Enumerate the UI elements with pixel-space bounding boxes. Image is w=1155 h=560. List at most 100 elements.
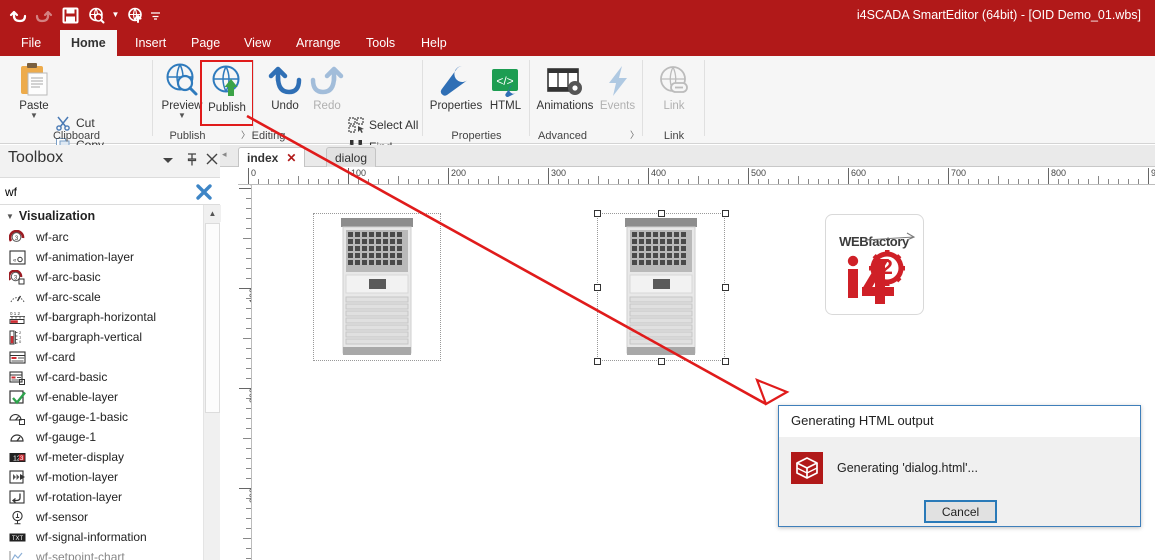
toolbox-item-wf-sensor[interactable]: wf-sensor [0, 507, 203, 527]
toolbox-item-wf-arc-basic[interactable]: 3 wf-arc-basic [0, 267, 203, 287]
resize-handle-n[interactable] [658, 210, 665, 217]
preview-dropdown-icon[interactable]: ▼ [110, 3, 121, 27]
ribbon-group-advanced: Animations Events Advanced 〉 [530, 56, 643, 144]
save-icon[interactable] [58, 3, 82, 27]
paste-icon [17, 60, 51, 98]
select-all-button[interactable]: Select All [346, 114, 418, 136]
toolbox-item-wf-rotation-layer[interactable]: wf-rotation-layer [0, 487, 203, 507]
cancel-button[interactable]: Cancel [924, 500, 997, 523]
toolbox-item-wf-arc[interactable]: 3 wf-arc [0, 227, 203, 247]
group-label-link: Link [663, 130, 685, 142]
ruler-label: 800 [1051, 168, 1067, 178]
toolbox-item-wf-bargraph-horizontal[interactable]: 0 1 2 wf-bargraph-horizontal [0, 307, 203, 327]
ribbon-group-editing: Undo Redo Select All Find ABAC Replace E… [252, 56, 423, 177]
toolbox-item-wf-enable-layer[interactable]: wf-enable-layer [0, 387, 203, 407]
toolbox-close-icon[interactable] [204, 153, 220, 169]
item-label: wf-gauge-1 [36, 430, 97, 444]
paste-dropdown-icon[interactable]: ▼ [30, 112, 38, 120]
resize-handle-nw[interactable] [594, 210, 601, 217]
signal-information-icon: TXT [8, 529, 26, 545]
customize-qat-icon[interactable] [149, 3, 162, 27]
menu-arrange[interactable]: Arrange [285, 30, 351, 56]
toolbox-category-visualization[interactable]: ▼ Visualization [0, 205, 203, 227]
toolbox-pin-icon[interactable] [184, 153, 200, 169]
resize-handle-s[interactable] [658, 358, 665, 365]
server-rack-2[interactable] [621, 218, 701, 356]
html-button[interactable]: </> HTML [483, 60, 528, 126]
toolbox-dropdown-icon[interactable] [160, 153, 176, 169]
properties-button[interactable]: Properties [425, 60, 487, 126]
menu-page[interactable]: Page [180, 30, 231, 56]
toolbox-item-wf-card[interactable]: wf-card [0, 347, 203, 367]
ruler-label: 100 [351, 168, 367, 178]
rotation-layer-icon [8, 489, 26, 505]
server-rack-1[interactable] [337, 218, 417, 356]
svg-text:TXT: TXT [11, 536, 23, 542]
tab-dialog[interactable]: dialog [326, 147, 377, 167]
bargraph-vertical-icon: 210 [8, 329, 26, 345]
menu-bar: File Home Insert Page View Arrange Tools… [0, 30, 1155, 56]
item-label: wf-meter-display [36, 450, 125, 464]
animation-layer-icon: « [8, 249, 26, 265]
publish-button[interactable]: Publish [200, 60, 254, 126]
webfactory-logo[interactable]: WEBfactory 2 [825, 214, 924, 315]
logo-mark-text: 2 [881, 256, 893, 279]
tab-scroll-left-icon[interactable]: ◂ [222, 149, 227, 160]
svg-text:«: « [13, 258, 17, 264]
toolbox-item-wf-signal-information[interactable]: TXT wf-signal-information [0, 527, 203, 547]
item-label: wf-arc-scale [36, 290, 101, 304]
resize-handle-ne[interactable] [722, 210, 729, 217]
menu-tools[interactable]: Tools [355, 30, 406, 56]
toolbox-item-wf-arc-scale[interactable]: wf-arc-scale [0, 287, 203, 307]
toolbox-item-wf-setpoint-chart[interactable]: wf-setpoint-chart [0, 547, 203, 560]
toolbox-item-wf-gauge-1-basic[interactable]: wf-gauge-1-basic [0, 407, 203, 427]
resize-handle-se[interactable] [722, 358, 729, 365]
resize-handle-e[interactable] [722, 284, 729, 291]
ruler-label: 300 [551, 168, 567, 178]
toolbox-item-wf-animation-layer[interactable]: « wf-animation-layer [0, 247, 203, 267]
resize-handle-w[interactable] [594, 284, 601, 291]
horizontal-ruler: 0 100 200 300 400 500 600 700 800 900 [238, 167, 1155, 185]
toolbox-item-wf-meter-display[interactable]: 12 3 wf-meter-display [0, 447, 203, 467]
scroll-up-icon[interactable]: ▲ [204, 205, 221, 222]
publish-icon[interactable] [123, 3, 147, 27]
toolbox-item-wf-motion-layer[interactable]: wf-motion-layer [0, 467, 203, 487]
menu-insert[interactable]: Insert [124, 30, 177, 56]
menu-help[interactable]: Help [410, 30, 458, 56]
resize-handle-sw[interactable] [594, 358, 601, 365]
toolbox-item-wf-card-basic[interactable]: wf-card-basic [0, 367, 203, 387]
tab-index[interactable]: index ✕ [238, 147, 306, 167]
undo-icon[interactable] [6, 3, 30, 27]
tab-label: index [247, 150, 279, 165]
toolbox-item-wf-gauge-1[interactable]: wf-gauge-1 [0, 427, 203, 447]
cut-label: Cut [76, 116, 95, 130]
item-label: wf-enable-layer [36, 390, 119, 404]
events-label: Events [599, 100, 636, 112]
scrollbar-thumb[interactable] [205, 223, 220, 413]
menu-view[interactable]: View [233, 30, 282, 56]
menu-file[interactable]: File [10, 30, 52, 56]
sensor-icon [8, 509, 26, 525]
item-label: wf-card [36, 350, 76, 364]
svg-text:0 1 2: 0 1 2 [10, 311, 21, 316]
html-label: HTML [489, 100, 522, 112]
close-icon[interactable]: ✕ [286, 151, 296, 165]
search-input[interactable] [5, 183, 180, 200]
meter-display-icon: 12 3 [8, 449, 26, 465]
advanced-dialog-launcher[interactable]: 〉 [630, 128, 639, 141]
group-divider [704, 60, 705, 136]
preview-dropdown-caret-icon[interactable]: ▼ [178, 112, 186, 120]
toolbox-scrollbar[interactable]: ▲ [203, 205, 221, 560]
title-bar: ▼ i4SCADA SmartEditor (64bit) - [OID Dem… [0, 0, 1155, 30]
animations-button[interactable]: Animations [532, 60, 598, 126]
menu-home[interactable]: Home [60, 30, 117, 56]
dialog-message: Generating 'dialog.html'... [837, 461, 978, 475]
item-label: wf-rotation-layer [36, 490, 123, 504]
preview-icon[interactable] [84, 3, 108, 27]
item-label: wf-bargraph-horizontal [36, 310, 157, 324]
animations-label: Animations [536, 100, 594, 112]
toolbox-item-wf-bargraph-vertical[interactable]: 210 wf-bargraph-vertical [0, 327, 203, 347]
bargraph-horizontal-icon: 0 1 2 [8, 309, 26, 325]
toolbox-item-list: ▼ Visualization 3 wf-arc « wf-animation-… [0, 205, 203, 560]
clear-search-icon[interactable] [194, 182, 214, 202]
